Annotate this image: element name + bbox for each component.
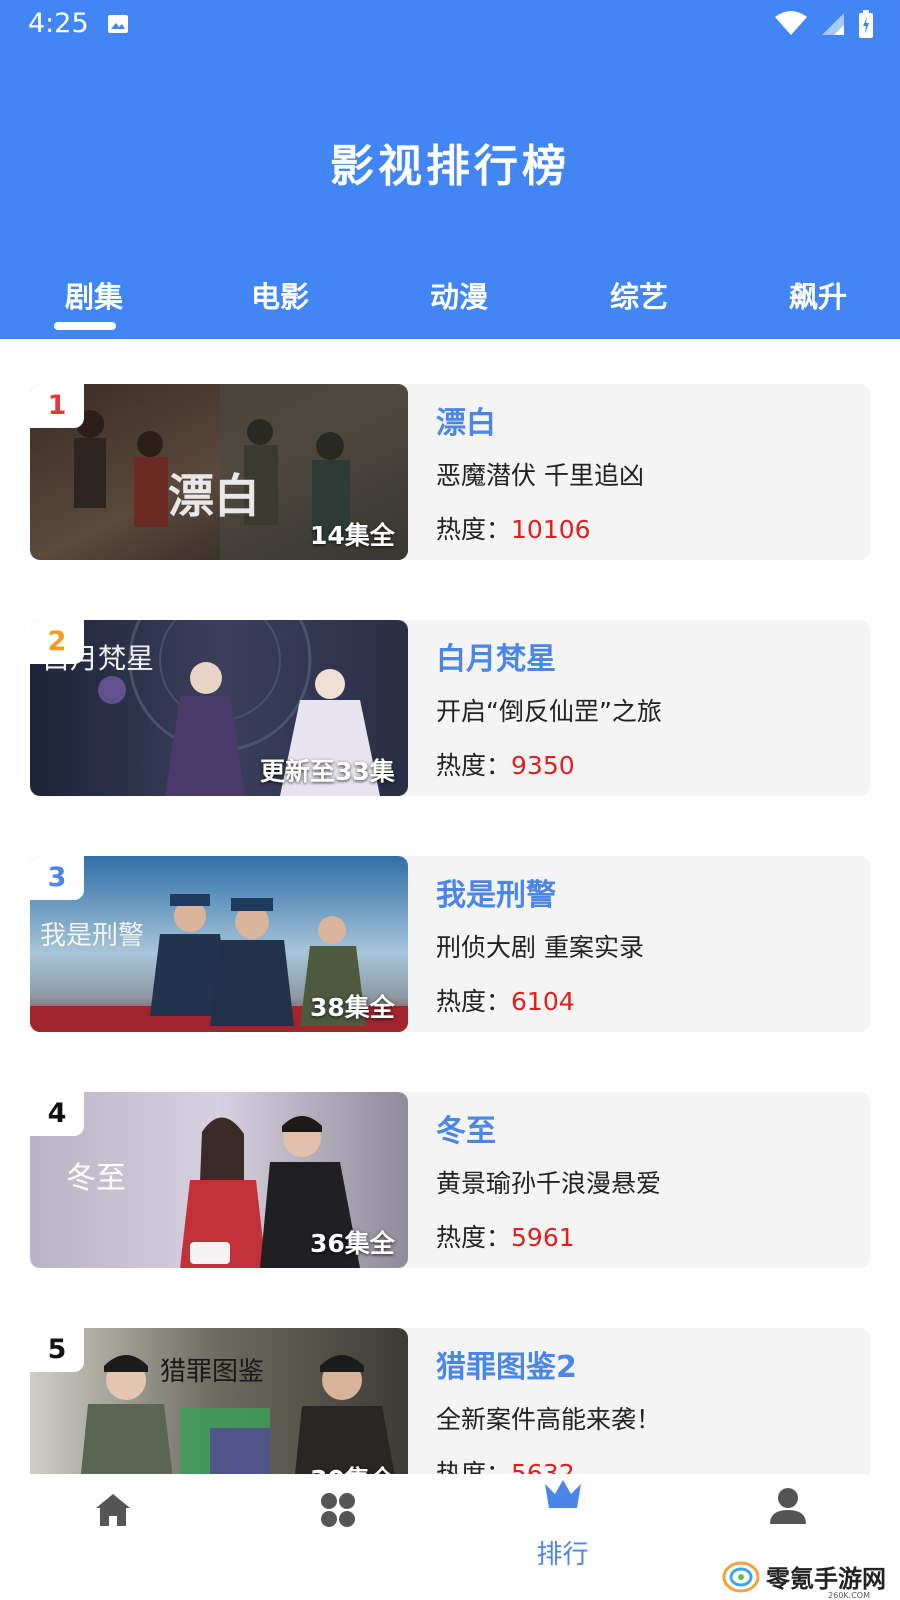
svg-text:冬至: 冬至 [66, 1161, 126, 1196]
show-description: 开启“倒反仙罡”之旅 [436, 697, 662, 726]
list-item[interactable]: 冬至 4 36集全 冬至 黄景瑜孙千浪漫悬爱 热度：5961 [30, 1092, 870, 1268]
wifi-icon [775, 11, 807, 35]
heat-label: 热度： [436, 1459, 512, 1474]
show-title: 白月梵星 [436, 642, 556, 677]
heat-score: 热度：10106 [436, 510, 591, 546]
show-description: 恶魔潜伏 千里追凶 [436, 461, 644, 490]
battery-icon [859, 10, 873, 38]
episode-status: 更新至33集 [260, 757, 395, 786]
status-time: 4:25 [28, 8, 89, 39]
page-title: 影视排行榜 [330, 141, 570, 192]
watermark-text: 零氪手游网 [766, 1565, 886, 1593]
heat-score: 热度：6104 [436, 982, 575, 1018]
nav-category[interactable] [225, 1474, 450, 1600]
episode-status: 14集全 [310, 521, 395, 550]
list-item[interactable]: 白月梵星 2 更新至33集 白月梵星 开启“倒反仙罡”之旅 热度：9350 [30, 620, 870, 796]
nav-home[interactable] [0, 1474, 225, 1600]
show-title: 冬至 [436, 1114, 496, 1149]
svg-text:我是刑警: 我是刑警 [40, 921, 144, 951]
image-notification-icon [108, 15, 128, 33]
svg-text:猎罪图鉴: 猎罪图鉴 [160, 1357, 264, 1387]
tab-anime[interactable]: 动漫 [399, 274, 519, 316]
show-description: 刑侦大剧 重案实录 [436, 933, 644, 962]
watermark-subtext: 260K.COM [828, 1591, 870, 1600]
poster-image: 猎罪图鉴 [30, 1328, 408, 1474]
show-description: 黄景瑜孙千浪漫悬爱 [436, 1169, 662, 1198]
show-description: 全新案件高能来袭！ [436, 1405, 662, 1434]
watermark-logo-icon [722, 1561, 760, 1592]
tab-variety[interactable]: 综艺 [579, 274, 699, 316]
tab-movie[interactable]: 电影 [220, 274, 340, 316]
cell-signal-icon [822, 13, 844, 35]
heat-value: 5632 [511, 1459, 575, 1474]
svg-text:漂白: 漂白 [168, 469, 260, 523]
show-title: 猎罪图鉴2 [436, 1350, 577, 1385]
heat-score: 热度：5632 [436, 1454, 575, 1474]
heat-label: 热度： [436, 1223, 512, 1252]
tab-rising[interactable]: 飙升 [758, 274, 878, 316]
nav-ranking[interactable]: 排行 [450, 1474, 675, 1600]
heat-score: 热度：5961 [436, 1218, 575, 1254]
active-tab-indicator [54, 322, 116, 330]
home-icon [95, 1494, 130, 1526]
heat-value: 10106 [511, 515, 591, 544]
rank-badge: 2 [30, 620, 84, 664]
app-header: 4:25 影视排行榜 剧集 电影 动漫 综艺 飙升 [0, 0, 900, 339]
bottom-navigation: 排行 零氪手游网 260K.COM [0, 1474, 900, 1600]
tab-drama[interactable]: 剧集 [34, 274, 154, 316]
episode-status: 38集全 [310, 993, 395, 1022]
heat-score: 热度：9350 [436, 746, 575, 782]
rank-badge: 3 [30, 856, 84, 900]
ranking-list: 漂白 1 14集全 漂白 恶魔潜伏 千里追凶 热度：10106 白月梵星 2 更… [0, 339, 900, 1474]
list-item[interactable]: 我是刑警 3 38集全 我是刑警 刑侦大剧 重案实录 热度：6104 [30, 856, 870, 1032]
list-item[interactable]: 猎罪图鉴 5 30集全 猎罪图鉴2 全新案件高能来袭！ 热度：5632 [30, 1328, 870, 1474]
rank-badge: 5 [30, 1328, 84, 1372]
nav-label-ranking: 排行 [536, 1540, 589, 1570]
heat-value: 9350 [511, 751, 575, 780]
category-icon [320, 1493, 355, 1527]
episode-status: 36集全 [310, 1229, 395, 1258]
status-icons [774, 10, 874, 38]
status-bar: 4:25 [0, 0, 900, 52]
heat-value: 5961 [511, 1223, 575, 1252]
crown-icon [544, 1480, 581, 1508]
category-tabs: 剧集 电影 动漫 综艺 飙升 [0, 262, 900, 334]
heat-label: 热度： [436, 987, 512, 1016]
list-item[interactable]: 漂白 1 14集全 漂白 恶魔潜伏 千里追凶 热度：10106 [30, 384, 870, 560]
profile-icon [769, 1488, 806, 1524]
rank-badge: 1 [30, 384, 84, 428]
heat-label: 热度： [436, 751, 512, 780]
show-title: 我是刑警 [436, 878, 556, 913]
show-title: 漂白 [436, 406, 496, 441]
watermark: 零氪手游网 [722, 1559, 886, 1594]
heat-value: 6104 [511, 987, 575, 1016]
heat-label: 热度： [436, 515, 512, 544]
episode-status: 30集全 [310, 1460, 395, 1474]
rank-badge: 4 [30, 1092, 84, 1136]
